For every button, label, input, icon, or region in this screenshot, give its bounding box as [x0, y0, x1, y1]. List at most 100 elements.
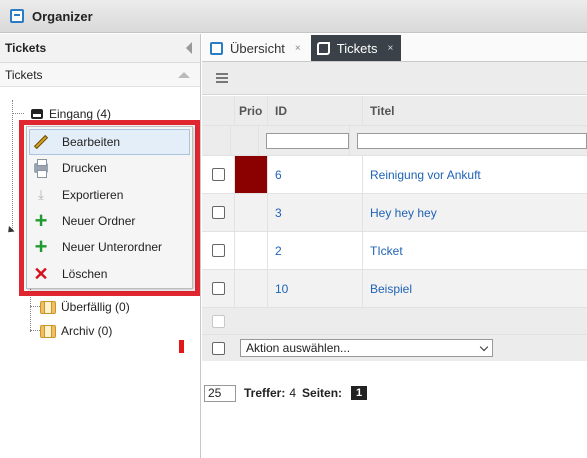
- id-cell: 6: [268, 156, 363, 193]
- ticket-title-link[interactable]: TIcket: [370, 244, 403, 258]
- action-select[interactable]: Aktion auswählen...: [240, 339, 493, 357]
- menu-item-bearbeiten[interactable]: Bearbeiten: [29, 129, 190, 156]
- prio-indicator: [235, 270, 268, 307]
- menu-item-label: Löschen: [62, 266, 108, 281]
- ticket-id-link[interactable]: 3: [275, 206, 282, 220]
- tree-item-eingang[interactable]: Eingang (4): [31, 107, 111, 121]
- ticket-title-link[interactable]: Reinigung vor Ankuft: [370, 168, 481, 182]
- prio-indicator: [235, 194, 268, 231]
- id-cell: 3: [268, 194, 363, 231]
- menu-item-neuer-unterordner[interactable]: + Neuer Unterordner: [27, 234, 192, 260]
- title-cell: Beispiel: [363, 270, 587, 307]
- menu-item-label: Bearbeiten: [62, 135, 121, 150]
- row-select-cell: [202, 156, 235, 193]
- row-checkbox[interactable]: [211, 168, 225, 181]
- page-size-input[interactable]: 25: [204, 384, 236, 402]
- menu-item-label: Neuer Unterordner: [62, 240, 163, 255]
- action-checkbox-cell: [202, 335, 235, 361]
- close-icon[interactable]: ×: [387, 43, 393, 54]
- chevron-down-icon: [479, 342, 489, 351]
- grid-filter-row: [202, 126, 587, 156]
- row-select-cell: [202, 270, 235, 307]
- ticket-id-link[interactable]: 6: [275, 168, 282, 182]
- filter-spacer: [202, 126, 231, 155]
- column-header-id[interactable]: ID: [268, 96, 363, 125]
- tree-expander-icon[interactable]: [5, 225, 15, 236]
- prio-indicator: [235, 232, 268, 269]
- tree-item-label: Überfällig (0): [61, 300, 130, 314]
- menu-item-exportieren[interactable]: ⤓ Exportieren: [27, 182, 192, 208]
- context-menu: Bearbeiten Drucken ⤓ Exportieren + Neuer…: [26, 126, 193, 289]
- ticket-id-link[interactable]: 2: [275, 244, 282, 258]
- select-all-checkbox[interactable]: [212, 314, 225, 328]
- printer-icon: [33, 159, 49, 179]
- ticket-title-link[interactable]: Hey hey hey: [370, 206, 437, 220]
- table-row[interactable]: 10 Beispiel: [202, 270, 587, 308]
- grid-header-row: Prio ID Titel: [202, 96, 587, 126]
- close-icon[interactable]: ×: [295, 43, 301, 54]
- ticket-id-link[interactable]: 10: [275, 282, 288, 296]
- title-cell: Hey hey hey: [363, 194, 587, 231]
- table-row[interactable]: 2 TIcket: [202, 232, 587, 270]
- table-row[interactable]: 3 Hey hey hey: [202, 194, 587, 232]
- ticket-title-link[interactable]: Beispiel: [370, 282, 412, 296]
- pager: 25 Treffer: 4 Seiten: 1: [202, 384, 368, 402]
- row-checkbox[interactable]: [211, 282, 225, 295]
- delete-icon: ✕: [33, 263, 49, 284]
- filter-cell-id: [259, 126, 350, 155]
- tickets-section-title: Tickets: [5, 67, 43, 82]
- tab-tickets[interactable]: Tickets ×: [310, 35, 402, 61]
- export-icon: ⤓: [38, 186, 44, 202]
- menu-item-loeschen[interactable]: ✕ Löschen: [27, 260, 192, 286]
- id-filter-input[interactable]: [266, 132, 349, 149]
- hits-label: Treffer:: [244, 386, 286, 400]
- main-panel: Übersicht × Tickets × Prio ID Titel 6 Re…: [202, 34, 587, 458]
- tree-item-label: Eingang (4): [49, 107, 112, 121]
- title-cell: Reinigung vor Ankuft: [363, 156, 587, 193]
- row-checkbox[interactable]: [211, 244, 225, 257]
- title-cell: TIcket: [363, 232, 587, 269]
- menu-item-neuer-ordner[interactable]: + Neuer Ordner: [27, 208, 192, 234]
- row-select-cell: [202, 194, 235, 231]
- tickets-section-header[interactable]: Tickets: [0, 63, 200, 87]
- plus-icon: +: [34, 234, 48, 260]
- folder-icon: [40, 300, 56, 314]
- tab-label: Tickets: [336, 40, 378, 56]
- menu-item-drucken[interactable]: Drucken: [27, 155, 192, 181]
- tree-item-ueberfaellig[interactable]: Überfällig (0): [40, 300, 130, 314]
- red-marker: [179, 340, 184, 353]
- menu-icon[interactable]: [216, 73, 228, 83]
- plus-icon: +: [34, 208, 48, 234]
- filter-cell-title: [350, 126, 587, 155]
- tree-item-label: Archiv (0): [61, 324, 113, 338]
- collapse-panel-icon[interactable]: [186, 42, 192, 54]
- row-checkbox[interactable]: [211, 206, 225, 219]
- hits-value: 4: [289, 386, 297, 400]
- menu-item-label: Drucken: [62, 161, 107, 176]
- header-select-cell: [202, 96, 235, 125]
- grid-action-row: Aktion auswählen...: [202, 335, 587, 361]
- column-header-prio[interactable]: Prio: [235, 96, 268, 125]
- title-filter-input[interactable]: [357, 132, 587, 149]
- prio-indicator: [235, 156, 268, 193]
- table-row[interactable]: 6 Reinigung vor Ankuft: [202, 156, 587, 194]
- action-checkbox[interactable]: [212, 341, 225, 355]
- tickets-grid: Prio ID Titel 6 Reinigung vor Ankuft 3 H…: [202, 96, 587, 361]
- id-cell: 2: [268, 232, 363, 269]
- folder-icon: [40, 324, 56, 338]
- inbox-icon: [31, 109, 43, 119]
- column-header-title[interactable]: Titel: [363, 96, 587, 125]
- left-panel-title: Tickets: [5, 41, 47, 55]
- left-panel-header: Tickets: [0, 34, 200, 63]
- tree-item-archiv[interactable]: Archiv (0): [40, 324, 112, 338]
- page-button-current[interactable]: 1: [351, 386, 368, 400]
- tree-line: [12, 100, 13, 230]
- tab-label: Übersicht: [230, 40, 285, 56]
- grid-footer-select-row: [202, 308, 587, 335]
- menu-item-label: Neuer Ordner: [62, 214, 136, 229]
- organizer-app-icon: [10, 9, 24, 23]
- tab-uebersicht[interactable]: Übersicht ×: [204, 35, 309, 61]
- id-cell: 10: [268, 270, 363, 307]
- collapse-section-icon[interactable]: [178, 71, 190, 78]
- pencil-icon: [33, 134, 49, 150]
